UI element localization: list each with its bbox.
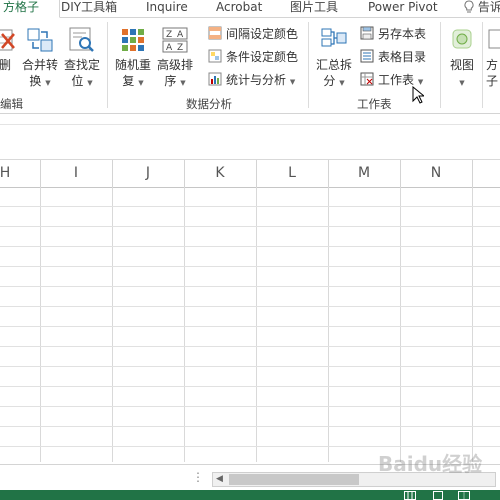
scroll-left-arrow-icon[interactable]: ◀	[216, 473, 223, 486]
dropdown-caret-icon: ▼	[289, 78, 296, 86]
sort-az-icon: ZAAZ	[162, 26, 188, 54]
dropdown-caret-icon: ▼	[417, 78, 424, 86]
tab-tell-me[interactable]: 告诉	[464, 0, 500, 17]
cell-grid[interactable]	[0, 187, 500, 462]
grid-row-line	[0, 246, 500, 247]
sheet-index-icon	[360, 49, 374, 63]
svg-text:Z: Z	[177, 43, 183, 53]
lightbulb-icon	[464, 0, 474, 13]
interval-color-button[interactable]: 间隔设定颜色	[208, 24, 298, 44]
fanggezi-button[interactable]: 方 子	[486, 24, 500, 89]
splitter-handle-icon[interactable]: ⋮	[192, 470, 204, 484]
dropdown-caret-icon: ▼	[87, 79, 93, 87]
tab-fanggezi[interactable]: 方格子	[0, 0, 60, 18]
column-header-i[interactable]: I	[40, 160, 112, 187]
data-analysis-group-label: 数据分析	[186, 97, 232, 111]
tab-acrobat[interactable]: Acrobat	[216, 0, 262, 17]
advanced-sort-button[interactable]: ZAAZ 高级排 序 ▼	[155, 24, 195, 91]
ribbon: 删 合并转 换 ▼ 查找定 位 ▼ 编辑 随机重 复 ▼ ZAAZ 高级排 序 …	[0, 18, 500, 114]
tab-inquire[interactable]: Inquire	[146, 0, 188, 17]
grid-column-line	[184, 187, 185, 462]
save-sheet-icon	[360, 26, 374, 40]
divider	[0, 124, 500, 125]
interval-color-icon	[208, 26, 222, 40]
grid-row-line	[0, 206, 500, 207]
worksheet-icon	[360, 72, 374, 86]
tab-diy-toolbox[interactable]: DIY工具箱	[61, 0, 117, 17]
grid-column-line	[400, 187, 401, 462]
summary-split-button[interactable]: 汇总拆 分 ▼	[314, 24, 354, 91]
view-icon	[449, 26, 475, 54]
save-sheet-button[interactable]: 另存本表	[360, 24, 426, 44]
merge-convert-icon	[27, 26, 53, 54]
view-button[interactable]: 视图 ▼	[444, 24, 480, 91]
dropdown-caret-icon: ▼	[138, 79, 144, 87]
grid-column-line	[256, 187, 257, 462]
stats-analysis-button[interactable]: 统计与分析 ▼	[208, 70, 295, 90]
column-header-row: H I J K L M N	[0, 159, 500, 188]
tab-picture-tools[interactable]: 图片工具	[290, 0, 338, 17]
svg-text:A: A	[166, 43, 173, 53]
page-break-icon[interactable]	[458, 491, 470, 500]
random-grid-icon	[120, 26, 146, 54]
grid-row-line	[0, 226, 500, 227]
column-header-l[interactable]: L	[256, 160, 328, 187]
group-separator	[308, 22, 309, 108]
delete-table-icon	[0, 26, 18, 54]
grid-row-line	[0, 306, 500, 307]
ribbon-tab-bar: 方格子 DIY工具箱 Inquire Acrobat 图片工具 Power Pi…	[0, 0, 500, 18]
dropdown-caret-icon: ▼	[45, 79, 51, 87]
scroll-thumb[interactable]	[229, 474, 359, 485]
watermark: Baidu经验	[378, 452, 483, 476]
merge-convert-button[interactable]: 合并转 换 ▼	[20, 24, 60, 91]
grid-column-line	[40, 187, 41, 462]
dropdown-caret-icon: ▼	[459, 79, 465, 87]
column-header-j[interactable]: J	[112, 160, 184, 187]
grid-row-line	[0, 346, 500, 347]
mouse-cursor-icon	[412, 86, 424, 104]
delete-button[interactable]: 删	[0, 24, 18, 73]
column-header-n[interactable]: N	[400, 160, 472, 187]
column-header-m[interactable]: M	[328, 160, 400, 187]
stats-analysis-icon	[208, 72, 222, 86]
group-separator	[440, 22, 441, 108]
condition-color-icon	[208, 49, 222, 63]
find-locate-icon	[69, 26, 95, 54]
grid-row-line	[0, 266, 500, 267]
find-locate-button[interactable]: 查找定 位 ▼	[62, 24, 102, 91]
fanggezi-icon	[486, 26, 500, 54]
grid-column-line	[112, 187, 113, 462]
dropdown-caret-icon: ▼	[180, 79, 186, 87]
column-header-k[interactable]: K	[184, 160, 256, 187]
formula-bar-area	[0, 114, 500, 158]
grid-row-line	[0, 326, 500, 327]
worksheet-group-label: 工作表	[357, 97, 392, 111]
grid-row-line	[0, 426, 500, 427]
page-layout-icon[interactable]	[432, 491, 444, 500]
group-separator	[107, 22, 108, 108]
svg-text:A: A	[177, 30, 184, 40]
random-repeat-button[interactable]: 随机重 复 ▼	[113, 24, 153, 91]
edit-group-label: 编辑	[0, 97, 23, 111]
column-header-h[interactable]: H	[0, 160, 20, 187]
summary-split-icon	[321, 26, 347, 54]
column-divider	[472, 160, 473, 187]
grid-row-line	[0, 366, 500, 367]
svg-text:Z: Z	[166, 30, 172, 40]
normal-view-icon[interactable]	[404, 491, 416, 500]
grid-row-line	[0, 446, 500, 447]
group-separator	[482, 22, 483, 108]
grid-row-line	[0, 286, 500, 287]
grid-row-line	[0, 386, 500, 387]
grid-column-line	[472, 187, 473, 462]
status-bar	[0, 490, 500, 500]
tab-power-pivot[interactable]: Power Pivot	[368, 0, 438, 17]
condition-color-button[interactable]: 条件设定颜色	[208, 47, 298, 67]
grid-column-line	[328, 187, 329, 462]
sheet-index-button[interactable]: 表格目录	[360, 47, 426, 67]
grid-row-line	[0, 406, 500, 407]
dropdown-caret-icon: ▼	[339, 79, 345, 87]
